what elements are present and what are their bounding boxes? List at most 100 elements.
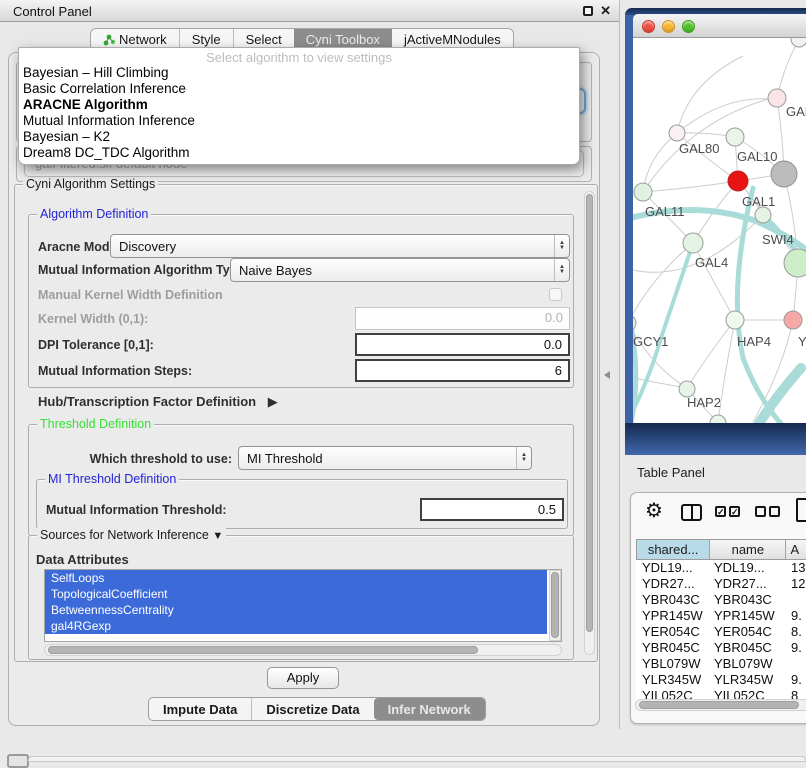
node-gal4[interactable] bbox=[683, 233, 703, 253]
sources-group-title: Sources for Network Inference bbox=[40, 528, 209, 542]
dpi-tolerance-label: DPI Tolerance [0,1]: bbox=[38, 338, 154, 352]
zoom-traffic-light[interactable] bbox=[682, 20, 695, 33]
mi-type-value: Naive Bayes bbox=[231, 263, 554, 278]
table-body: YDL19...YDL19...13 YDR27...YDR27...12 YB… bbox=[636, 560, 806, 704]
list-item-selected[interactable]: gal4RGexp bbox=[45, 618, 547, 634]
tab-discretize-data[interactable]: Discretize Data bbox=[251, 698, 373, 720]
node-salmon[interactable] bbox=[784, 311, 802, 329]
dpi-tolerance-field[interactable]: 0.0 bbox=[355, 333, 570, 356]
node-green-mid[interactable] bbox=[755, 207, 771, 223]
dropdown-item-selected[interactable]: ARACNE Algorithm bbox=[19, 97, 579, 113]
dropdown-item[interactable]: Bayesian – K2 bbox=[19, 129, 579, 145]
attr-list-hscrollbar[interactable] bbox=[44, 644, 562, 656]
list-item-selected[interactable]: TopologicalCoefficient bbox=[45, 586, 547, 602]
gear-icon[interactable]: ⚙ bbox=[645, 498, 663, 523]
mi-steps-field[interactable]: 6 bbox=[355, 359, 570, 382]
data-attributes-list: SelfLoops TopologicalCoefficient Between… bbox=[44, 569, 562, 642]
list-item-selected[interactable]: SelfLoops bbox=[45, 570, 547, 586]
attr-list-hscrollbar-thumb[interactable] bbox=[48, 646, 478, 654]
manual-kernel-label: Manual Kernel Width Definition bbox=[38, 288, 223, 302]
attr-list-scrollbar-thumb[interactable] bbox=[551, 572, 559, 638]
table-row[interactable]: YBL079WYBL079W bbox=[636, 656, 806, 672]
float-window-icon[interactable] bbox=[583, 6, 593, 16]
table-header: shared... name A bbox=[636, 539, 806, 560]
settings-scrollbar-thumb[interactable] bbox=[586, 194, 593, 632]
column-header-name[interactable]: name bbox=[710, 540, 786, 559]
dropdown-placeholder: Select algorithm to view settings bbox=[19, 48, 579, 65]
node-gcy1[interactable] bbox=[633, 315, 636, 331]
close-traffic-light[interactable] bbox=[642, 20, 655, 33]
splitpane-collapse-arrow[interactable] bbox=[604, 371, 610, 379]
table-row[interactable]: YPR145WYPR145W9. bbox=[636, 608, 806, 624]
mi-threshold-definition-title: MI Threshold Definition bbox=[45, 472, 179, 486]
attr-list-scrollbar[interactable] bbox=[549, 570, 561, 641]
node-gal-partial[interactable] bbox=[768, 89, 786, 107]
column-header-partial[interactable]: A bbox=[786, 540, 806, 559]
node-label: SWI4 bbox=[762, 232, 794, 247]
dropdown-item[interactable]: Mutual Information Inference bbox=[19, 113, 579, 129]
control-panel-titlebar: Control Panel ✕ bbox=[0, 0, 619, 22]
manual-kernel-checkbox[interactable] bbox=[549, 288, 562, 301]
table-row[interactable]: YLR345WYLR345W9. bbox=[636, 672, 806, 688]
node-gal11[interactable] bbox=[634, 183, 652, 201]
node-gray[interactable] bbox=[771, 161, 797, 187]
node-label: Y bbox=[798, 334, 806, 349]
network-view-window: GAL GAL80 GAL10 GAL1 GAL11 GAL4 SWI4 GCY… bbox=[625, 8, 806, 455]
table-row[interactable]: YBR045CYBR045C9. bbox=[636, 640, 806, 656]
table-row[interactable]: YDL19...YDL19...13 bbox=[636, 560, 806, 576]
which-threshold-combo[interactable]: MI Threshold ▲▼ bbox=[238, 446, 532, 470]
network-window-titlebar[interactable] bbox=[633, 14, 806, 38]
node-gal80[interactable] bbox=[669, 125, 685, 141]
which-threshold-label: Which threshold to use: bbox=[38, 452, 232, 466]
aracne-mode-label: Aracne Mode: bbox=[38, 240, 121, 254]
node-gal10[interactable] bbox=[726, 128, 744, 146]
stepper-icon: ▲▼ bbox=[554, 259, 569, 281]
algorithm-dropdown-list: Select algorithm to view settings Bayesi… bbox=[18, 47, 580, 165]
kernel-width-field[interactable]: 0.0 bbox=[355, 307, 570, 330]
network-canvas[interactable]: GAL GAL80 GAL10 GAL1 GAL11 GAL4 SWI4 GCY… bbox=[633, 38, 806, 423]
node-gal1-red[interactable] bbox=[728, 171, 748, 191]
table-hscrollbar[interactable] bbox=[635, 699, 806, 711]
export-table-icon[interactable] bbox=[796, 498, 806, 522]
list-item-selected[interactable]: BetweennessCentrality bbox=[45, 602, 547, 618]
mi-steps-label: Mutual Information Steps: bbox=[38, 364, 192, 378]
bottom-left-button[interactable] bbox=[7, 754, 29, 768]
column-layout-icon[interactable] bbox=[681, 504, 702, 521]
node-label: GAL80 bbox=[679, 141, 719, 156]
tab-infer-network[interactable]: Infer Network bbox=[374, 698, 485, 720]
which-threshold-value: MI Threshold bbox=[239, 451, 516, 466]
mi-type-label: Mutual Information Algorithm Type: bbox=[38, 263, 248, 277]
deselect-all-icon[interactable] bbox=[755, 506, 780, 517]
select-all-icon[interactable]: ✓✓ bbox=[715, 506, 740, 517]
node-swi4[interactable] bbox=[784, 249, 806, 277]
node-partial-top[interactable] bbox=[791, 38, 806, 47]
settings-scrollbar[interactable] bbox=[584, 191, 595, 655]
network-graph: GAL GAL80 GAL10 GAL1 GAL11 GAL4 SWI4 GCY… bbox=[633, 38, 806, 423]
tab-impute-data[interactable]: Impute Data bbox=[149, 698, 251, 720]
node-label: GAL bbox=[786, 104, 806, 119]
table-row[interactable]: YER054CYER054C8. bbox=[636, 624, 806, 640]
hub-definition-toggle[interactable]: Hub/Transcription Factor Definition ▶ bbox=[38, 394, 278, 410]
aracne-mode-combo[interactable]: Discovery ▲▼ bbox=[110, 234, 570, 258]
mi-type-combo[interactable]: Naive Bayes ▲▼ bbox=[230, 258, 570, 282]
minimize-traffic-light[interactable] bbox=[662, 20, 675, 33]
node-hap4[interactable] bbox=[726, 311, 744, 329]
bottom-panel-edge bbox=[28, 756, 806, 762]
sources-group-toggle[interactable]: Sources for Network Inference ▼ bbox=[37, 528, 226, 542]
node-label: GAL1 bbox=[742, 194, 775, 209]
aracne-mode-value: Discovery bbox=[111, 239, 554, 254]
control-panel-window: Control Panel ✕ Network Style Select Cyn… bbox=[0, 0, 620, 729]
mi-threshold-field[interactable]: 0.5 bbox=[420, 498, 564, 521]
data-attributes-label: Data Attributes bbox=[36, 552, 129, 567]
stepper-icon: ▲▼ bbox=[554, 235, 569, 257]
table-row[interactable]: YBR043CYBR043C bbox=[636, 592, 806, 608]
table-hscrollbar-thumb[interactable] bbox=[639, 701, 799, 709]
close-icon[interactable]: ✕ bbox=[600, 3, 611, 19]
apply-button[interactable]: Apply bbox=[267, 667, 339, 689]
dropdown-item[interactable]: Bayesian – Hill Climbing bbox=[19, 65, 579, 81]
dropdown-item[interactable]: Basic Correlation Inference bbox=[19, 81, 579, 97]
dropdown-item[interactable]: Dream8 DC_TDC Algorithm bbox=[19, 145, 579, 161]
column-header-shared-name[interactable]: shared... bbox=[637, 540, 710, 559]
hub-definition-label: Hub/Transcription Factor Definition bbox=[38, 394, 256, 409]
table-row[interactable]: YDR27...YDR27...12 bbox=[636, 576, 806, 592]
